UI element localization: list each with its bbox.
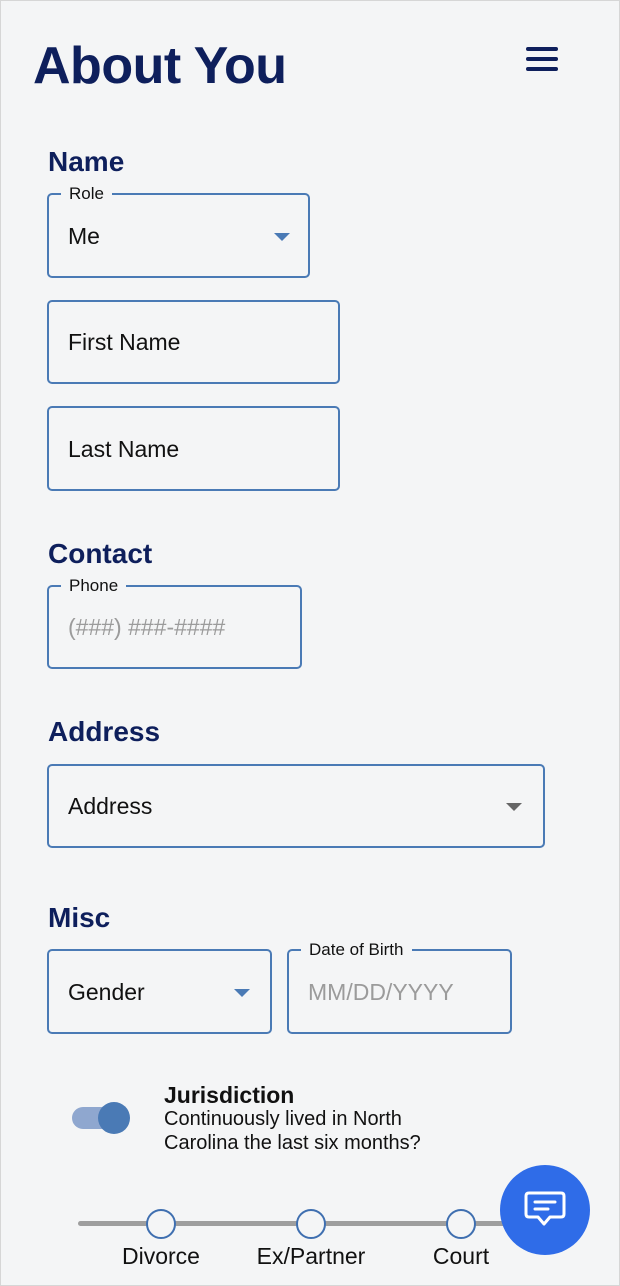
step-dot-court[interactable] bbox=[446, 1209, 476, 1239]
date-of-birth-placeholder: MM/DD/YYYY bbox=[308, 978, 454, 1005]
address-placeholder: Address bbox=[68, 793, 153, 819]
gender-placeholder: Gender bbox=[68, 978, 145, 1005]
stepper-connector bbox=[174, 1221, 298, 1226]
last-name-placeholder: Last Name bbox=[68, 435, 180, 462]
gender-select[interactable]: Gender bbox=[47, 949, 272, 1034]
chevron-down-icon bbox=[274, 232, 290, 241]
page-title: About You bbox=[33, 37, 287, 95]
section-title-name: Name bbox=[48, 146, 125, 177]
role-value: Me bbox=[68, 222, 100, 249]
chevron-down-icon bbox=[506, 803, 522, 811]
phone-placeholder: (###) ###-#### bbox=[68, 614, 226, 640]
step-dot-divorce[interactable] bbox=[146, 1209, 176, 1239]
section-title-contact: Contact bbox=[48, 538, 153, 569]
section-title-misc: Misc bbox=[48, 902, 111, 933]
toggle-knob bbox=[98, 1102, 130, 1134]
phone-input[interactable]: Phone (###) ###-#### bbox=[47, 577, 302, 669]
step-label-divorce[interactable]: Divorce bbox=[91, 1241, 231, 1271]
first-name-input[interactable]: First Name bbox=[47, 300, 340, 384]
section-title-address: Address bbox=[48, 716, 161, 747]
step-label-court[interactable]: Court bbox=[391, 1241, 531, 1271]
role-select[interactable]: Role Me bbox=[47, 185, 310, 278]
first-name-placeholder: First Name bbox=[68, 329, 181, 355]
chat-button[interactable] bbox=[500, 1165, 590, 1255]
date-of-birth-legend: Date of Birth bbox=[301, 941, 412, 959]
hamburger-menu-icon[interactable] bbox=[524, 44, 560, 74]
chat-bubble-icon bbox=[524, 1191, 566, 1226]
stepper-connector bbox=[324, 1221, 448, 1226]
jurisdiction-toggle[interactable] bbox=[72, 1102, 130, 1134]
phone-legend: Phone bbox=[61, 577, 127, 595]
stepper-connector bbox=[78, 1221, 148, 1226]
role-legend: Role bbox=[61, 185, 112, 203]
step-dot-ex-partner[interactable] bbox=[296, 1209, 326, 1239]
address-select[interactable]: Address bbox=[47, 764, 545, 848]
jurisdiction-title: Jurisdiction bbox=[164, 1082, 295, 1108]
chevron-down-icon bbox=[234, 988, 250, 997]
step-label-ex-partner[interactable]: Ex/Partner bbox=[241, 1241, 381, 1271]
jurisdiction-description: Continuously lived in North Carolina the… bbox=[164, 1108, 421, 1154]
last-name-input[interactable]: Last Name bbox=[47, 406, 340, 491]
date-of-birth-input[interactable]: Date of Birth MM/DD/YYYY bbox=[287, 941, 512, 1034]
